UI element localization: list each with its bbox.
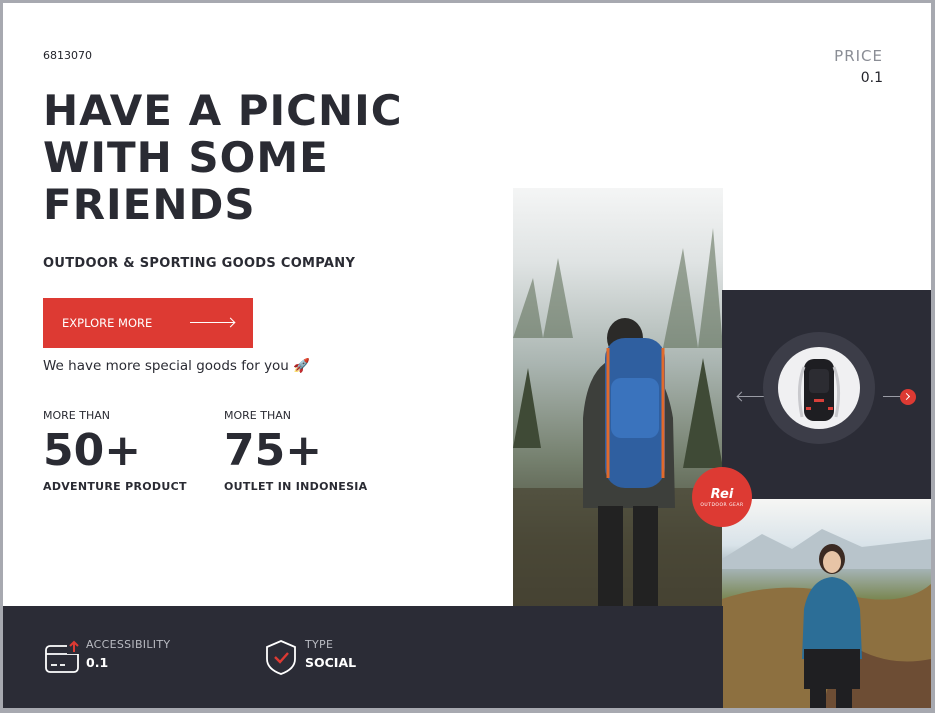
brand-badge: Rei OUTDOOR GEAR [692, 467, 752, 527]
accessibility-label: ACCESSIBILITY [86, 638, 171, 651]
explore-more-label: EXPLORE MORE [62, 316, 153, 330]
tagline: We have more special goods for you 🚀 [43, 358, 310, 374]
stat-adventure-product: MORE THAN 50+ ADVENTURE PRODUCT [43, 409, 187, 493]
stat-prefix: MORE THAN [43, 409, 110, 422]
product-ring [763, 332, 875, 444]
headline-line-1: HAVE A PICNIC [43, 86, 403, 135]
arrow-right-icon[interactable] [900, 389, 916, 405]
brand-tagline: OUTDOOR GEAR [700, 502, 744, 508]
explore-more-button[interactable]: EXPLORE MORE [43, 298, 253, 348]
landing-card: 6813070 PRICE 0.1 HAVE A PICNIC WITH SOM… [3, 3, 931, 708]
trail-photo [722, 499, 931, 708]
type-value: SOCIAL [305, 655, 357, 670]
arrow-right-icon [190, 322, 234, 323]
stat-value: 50+ [43, 425, 142, 476]
price-block: PRICE 0.1 [834, 47, 883, 86]
info-footer: ACCESSIBILITY 0.1 TYPE SOCIAL [3, 606, 723, 708]
headline-line-2: WITH SOME [43, 133, 329, 182]
price-value: 0.1 [860, 70, 883, 86]
stat-value: 75+ [224, 425, 323, 476]
card-upload-icon [45, 640, 81, 673]
backpack-product-image [778, 347, 860, 429]
stat-outlet-indonesia: MORE THAN 75+ OUTLET IN INDONESIA [224, 409, 368, 493]
accessibility-item: ACCESSIBILITY 0.1 [43, 638, 170, 676]
price-label: PRICE [834, 47, 883, 65]
product-carousel [722, 290, 931, 499]
shield-check-icon [266, 640, 296, 675]
stat-caption: ADVENTURE PRODUCT [43, 480, 187, 493]
accessibility-value: 0.1 [86, 655, 109, 670]
stat-prefix: MORE THAN [224, 409, 291, 422]
type-label: TYPE [305, 638, 334, 651]
stat-caption: OUTLET IN INDONESIA [224, 480, 368, 493]
backpack-icon [797, 359, 841, 421]
brand-logo: Rei [710, 486, 734, 502]
page-title: HAVE A PICNIC WITH SOME FRIENDS [43, 87, 403, 228]
product-code: 6813070 [43, 49, 92, 62]
headline-line-3: FRIENDS [43, 180, 256, 229]
type-item: TYPE SOCIAL [262, 638, 356, 676]
trail-illustration [722, 529, 931, 708]
company-subtitle: OUTDOOR & SPORTING GOODS COMPANY [43, 256, 356, 271]
hiker-photo [513, 188, 723, 606]
hiker-illustration [513, 228, 723, 606]
